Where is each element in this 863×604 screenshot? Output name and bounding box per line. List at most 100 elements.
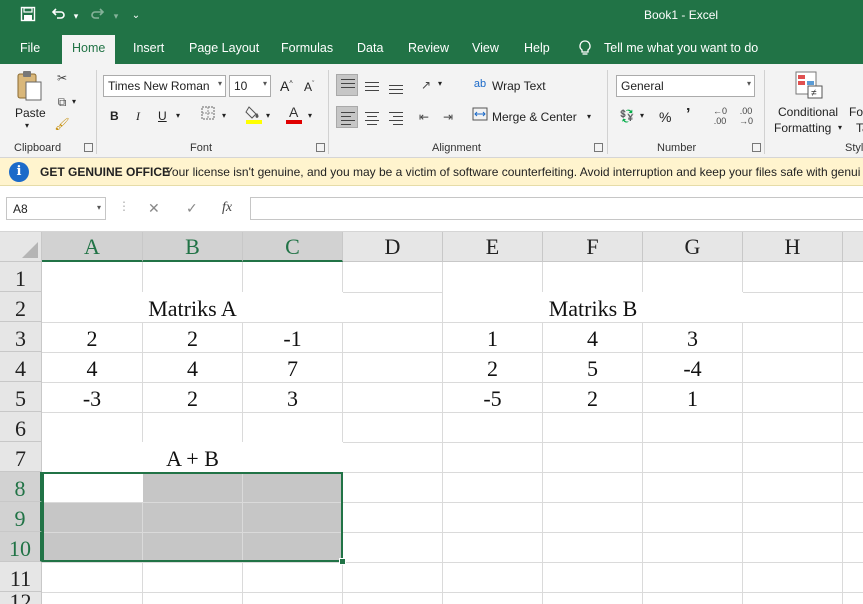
select-all-button[interactable] xyxy=(0,232,42,262)
tab-data[interactable]: Data xyxy=(357,41,383,55)
matrix-a-cell[interactable]: 2 xyxy=(143,322,242,352)
number-launcher-icon[interactable] xyxy=(752,143,761,152)
formula-input[interactable] xyxy=(250,197,863,220)
copy-dropdown-icon[interactable]: ▾ xyxy=(72,97,76,106)
row-header-9[interactable]: 9 xyxy=(0,502,42,532)
format-painter-icon[interactable]: 🖌 xyxy=(52,114,72,134)
merge-center-button[interactable]: Merge & Center xyxy=(492,110,577,124)
font-color-dropdown-icon[interactable]: ▾ xyxy=(308,111,312,120)
row-header-2[interactable]: 2 xyxy=(0,292,42,322)
comma-button[interactable]: ’ xyxy=(686,106,690,124)
tab-home[interactable]: Home xyxy=(62,35,116,64)
conditional-formatting-line1[interactable]: Conditional xyxy=(778,105,838,119)
tab-file[interactable]: File xyxy=(20,41,40,55)
merge-dropdown-icon[interactable]: ▾ xyxy=(587,112,591,121)
conditional-formatting-icon[interactable]: ≠ xyxy=(794,70,824,100)
row-header-11[interactable]: 11 xyxy=(0,562,42,592)
matrix-b-cell[interactable]: 5 xyxy=(543,352,642,382)
orientation-icon[interactable]: ↗ xyxy=(416,75,436,95)
tell-me-search[interactable]: Tell me what you want to do xyxy=(604,41,758,55)
font-color-icon[interactable]: A xyxy=(284,104,304,124)
insert-function-icon[interactable]: fx xyxy=(222,200,232,216)
column-header-h[interactable]: H xyxy=(743,232,843,262)
tab-formulas[interactable]: Formulas xyxy=(281,41,333,55)
row-header-6[interactable]: 6 xyxy=(0,412,42,442)
bottom-align-button[interactable] xyxy=(384,74,406,96)
underline-dropdown-icon[interactable]: ▾ xyxy=(176,111,180,120)
accounting-format-icon[interactable]: 💱 xyxy=(617,106,637,126)
fill-color-dropdown-icon[interactable]: ▾ xyxy=(266,111,270,120)
wrap-text-icon[interactable]: ab xyxy=(470,74,490,94)
column-header-g[interactable]: G xyxy=(643,232,743,262)
wrap-text-button[interactable]: Wrap Text xyxy=(492,79,546,93)
decrease-indent-icon[interactable]: ⇤ xyxy=(414,107,434,127)
matrix-a-cell[interactable]: 4 xyxy=(143,352,242,382)
matrix-a-cell[interactable]: 3 xyxy=(243,382,342,412)
paste-button[interactable]: Paste xyxy=(15,106,46,120)
tab-help[interactable]: Help xyxy=(524,41,550,55)
column-header-c[interactable]: C xyxy=(243,232,343,262)
borders-dropdown-icon[interactable]: ▾ xyxy=(222,111,226,120)
number-format-select[interactable]: General ▾ xyxy=(616,75,755,97)
matrix-b-cell[interactable]: 1 xyxy=(643,382,742,412)
matrix-a-title[interactable]: Matriks A xyxy=(42,292,343,322)
paste-icon[interactable] xyxy=(14,70,44,102)
column-header-i[interactable] xyxy=(843,232,863,262)
matrix-a-cell[interactable]: 2 xyxy=(42,322,142,352)
matrix-b-cell[interactable]: -4 xyxy=(643,352,742,382)
top-align-button[interactable] xyxy=(336,74,358,96)
sum-title[interactable]: A + B xyxy=(42,442,343,472)
decrease-decimal-icon[interactable]: .00 →0 xyxy=(736,106,756,126)
customize-icon[interactable]: ⌄ xyxy=(126,6,146,26)
matrix-b-cell[interactable]: 4 xyxy=(543,322,642,352)
undo-dropdown-icon[interactable]: ▾ xyxy=(66,6,86,26)
tab-view[interactable]: View xyxy=(472,41,499,55)
row-header-5[interactable]: 5 xyxy=(0,382,42,412)
matrix-a-cell[interactable]: 4 xyxy=(42,352,142,382)
row-header-8[interactable]: 8 xyxy=(0,472,42,502)
row-header-3[interactable]: 3 xyxy=(0,322,42,352)
cancel-icon[interactable]: ✕ xyxy=(148,200,160,217)
lightbulb-icon[interactable] xyxy=(578,40,592,59)
enter-icon[interactable]: ✓ xyxy=(186,200,198,217)
font-size-select[interactable]: 10 ▾ xyxy=(229,75,271,97)
conditional-formatting-dropdown-icon[interactable]: ▾ xyxy=(838,123,842,132)
merge-center-icon[interactable] xyxy=(470,107,490,127)
borders-icon[interactable] xyxy=(198,106,218,126)
cut-icon[interactable]: ✂ xyxy=(52,68,72,88)
matrix-a-cell[interactable]: -1 xyxy=(243,322,342,352)
row-header-10[interactable]: 10 xyxy=(0,532,42,562)
matrix-b-cell[interactable]: 2 xyxy=(543,382,642,412)
matrix-b-cell[interactable]: -5 xyxy=(443,382,542,412)
column-header-e[interactable]: E xyxy=(443,232,543,262)
clipboard-launcher-icon[interactable] xyxy=(84,143,93,152)
row-header-4[interactable]: 4 xyxy=(0,352,42,382)
increase-decimal-icon[interactable]: ←0.00 xyxy=(710,106,730,126)
decrease-font-icon[interactable]: Aˇ xyxy=(304,80,314,94)
align-left-button[interactable] xyxy=(336,106,358,128)
matrix-a-cell[interactable]: -3 xyxy=(42,382,142,412)
matrix-b-cell[interactable]: 3 xyxy=(643,322,742,352)
underline-button[interactable]: U xyxy=(158,109,167,123)
tab-insert[interactable]: Insert xyxy=(133,41,164,55)
column-header-b[interactable]: B xyxy=(143,232,243,262)
accounting-dropdown-icon[interactable]: ▾ xyxy=(640,111,644,120)
orientation-dropdown-icon[interactable]: ▾ xyxy=(438,79,442,88)
increase-font-icon[interactable]: A^ xyxy=(280,78,293,94)
undo-icon[interactable] xyxy=(48,6,68,26)
redo-icon[interactable] xyxy=(88,6,108,26)
italic-button[interactable]: I xyxy=(136,109,140,124)
tab-review[interactable]: Review xyxy=(408,41,449,55)
percent-button[interactable]: % xyxy=(659,109,671,125)
align-right-button[interactable] xyxy=(384,106,406,128)
matrix-a-cell[interactable]: 7 xyxy=(243,352,342,382)
conditional-formatting-line2[interactable]: Formatting xyxy=(774,121,831,135)
middle-align-button[interactable] xyxy=(360,74,382,96)
format-as-table-line2[interactable]: Ta xyxy=(856,121,863,135)
row-header-12[interactable]: 12 xyxy=(0,591,42,604)
matrix-b-cell[interactable]: 1 xyxy=(443,322,542,352)
fill-handle[interactable] xyxy=(339,558,346,565)
column-header-a[interactable]: A xyxy=(42,232,143,262)
row-header-1[interactable]: 1 xyxy=(0,262,42,292)
name-box[interactable]: A8 ▾ xyxy=(6,197,106,220)
